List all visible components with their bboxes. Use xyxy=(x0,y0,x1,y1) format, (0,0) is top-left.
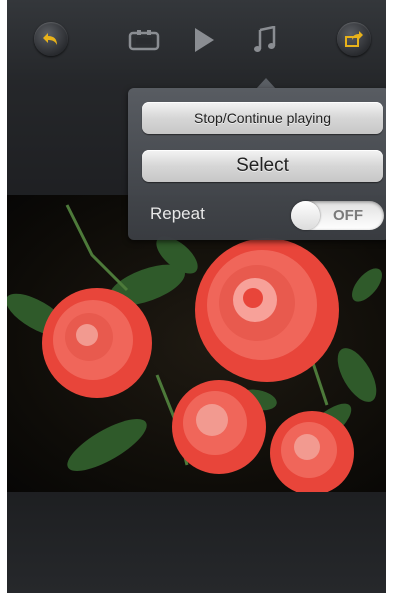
photo-viewer-screen: Stop/Continue playing Select Repeat OFF xyxy=(7,0,386,593)
music-note-icon xyxy=(254,26,276,52)
repeat-toggle-state: OFF xyxy=(333,207,363,224)
stop-continue-playing-button[interactable]: Stop/Continue playing xyxy=(142,102,383,134)
slideshow-icon xyxy=(128,30,160,51)
music-button[interactable] xyxy=(251,26,279,54)
play-button[interactable] xyxy=(190,26,218,54)
top-toolbar xyxy=(7,0,386,82)
music-options-popup: Stop/Continue playing Select Repeat OFF xyxy=(128,88,386,240)
share-button[interactable] xyxy=(337,22,371,56)
play-icon xyxy=(195,28,214,52)
back-button[interactable] xyxy=(34,22,68,56)
repeat-label: Repeat xyxy=(150,204,205,223)
toggle-knob[interactable] xyxy=(291,201,320,230)
repeat-toggle[interactable]: OFF xyxy=(291,201,384,230)
slideshow-button[interactable] xyxy=(127,26,161,54)
select-music-button[interactable]: Select xyxy=(142,150,383,182)
undo-arrow-icon xyxy=(43,33,57,45)
share-icon xyxy=(345,31,363,47)
